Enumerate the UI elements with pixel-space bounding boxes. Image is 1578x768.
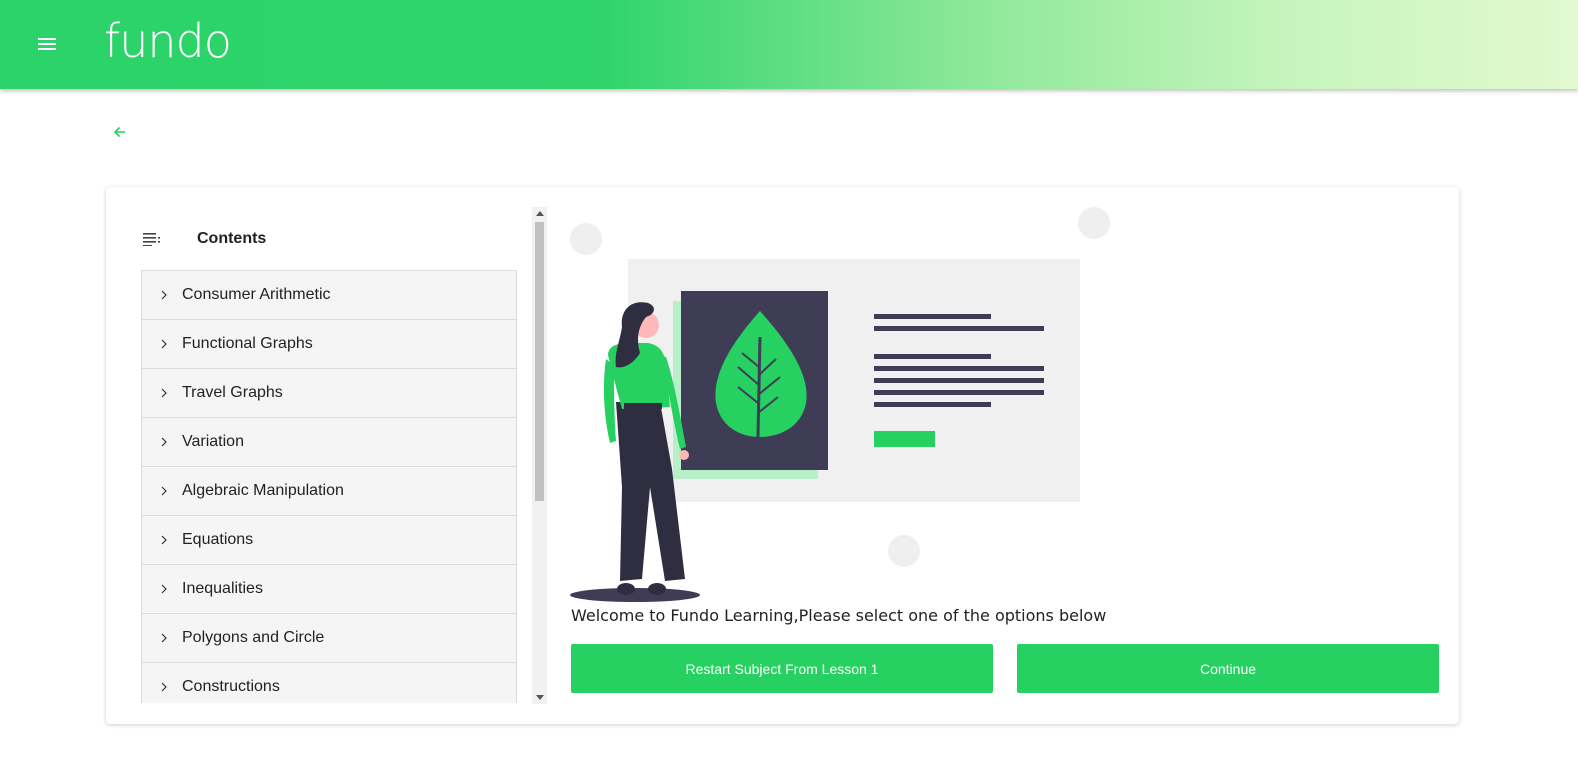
list-item-label: Constructions — [182, 678, 280, 695]
chevron-right-icon — [161, 290, 167, 300]
chevron-right-icon — [161, 682, 167, 692]
decor-circle — [888, 535, 920, 567]
contents-list: Consumer Arithmetic Functional Graphs Tr… — [141, 270, 517, 703]
arrow-left-icon — [113, 126, 125, 138]
hamburger-menu-icon[interactable] — [38, 35, 62, 55]
scroll-thumb[interactable] — [535, 222, 544, 501]
welcome-illustration — [570, 207, 1110, 602]
top-app-bar: fundo — [0, 0, 1578, 89]
chevron-right-icon — [161, 584, 167, 594]
welcome-message: Welcome to Fundo Learning,Please select … — [571, 606, 1107, 625]
list-item-label: Inequalities — [182, 580, 263, 597]
list-item-polygons-and-circle[interactable]: Polygons and Circle — [141, 614, 517, 663]
contents-scrollbar[interactable] — [532, 207, 547, 704]
subject-card: Contents Consumer Arithmetic Functional … — [106, 187, 1459, 724]
green-button-shape — [874, 431, 935, 447]
fundo-logo[interactable]: fundo — [104, 14, 232, 68]
restart-subject-button[interactable]: Restart Subject From Lesson 1 — [571, 644, 993, 693]
list-item-label: Travel Graphs — [182, 384, 283, 401]
list-item-functional-graphs[interactable]: Functional Graphs — [141, 320, 517, 369]
chevron-right-icon — [161, 388, 167, 398]
list-item-consumer-arithmetic[interactable]: Consumer Arithmetic — [141, 271, 517, 320]
floor-shadow — [570, 588, 700, 602]
contents-title: Contents — [197, 230, 267, 247]
list-item-travel-graphs[interactable]: Travel Graphs — [141, 369, 517, 418]
list-icon — [143, 233, 160, 246]
list-item-label: Polygons and Circle — [182, 629, 325, 646]
list-item-inequalities[interactable]: Inequalities — [141, 565, 517, 614]
chevron-right-icon — [161, 437, 167, 447]
list-item-variation[interactable]: Variation — [141, 418, 517, 467]
list-item-constructions[interactable]: Constructions — [141, 663, 517, 703]
back-button[interactable] — [110, 122, 130, 142]
scroll-up-arrow-icon[interactable] — [536, 211, 544, 216]
list-item-label: Functional Graphs — [182, 335, 313, 352]
decor-circle — [570, 223, 602, 255]
continue-button[interactable]: Continue — [1017, 644, 1439, 693]
chevron-right-icon — [161, 633, 167, 643]
list-item-label: Variation — [182, 433, 244, 450]
contents-header: Contents — [142, 227, 266, 251]
chevron-right-icon — [161, 339, 167, 349]
chevron-right-icon — [161, 535, 167, 545]
chevron-right-icon — [161, 486, 167, 496]
list-item-label: Algebraic Manipulation — [182, 482, 344, 499]
list-item-algebraic-manipulation[interactable]: Algebraic Manipulation — [141, 467, 517, 516]
decor-circle — [1078, 207, 1110, 239]
scroll-down-arrow-icon[interactable] — [536, 695, 544, 700]
list-item-equations[interactable]: Equations — [141, 516, 517, 565]
list-item-label: Consumer Arithmetic — [182, 286, 331, 303]
list-item-label: Equations — [182, 531, 254, 548]
